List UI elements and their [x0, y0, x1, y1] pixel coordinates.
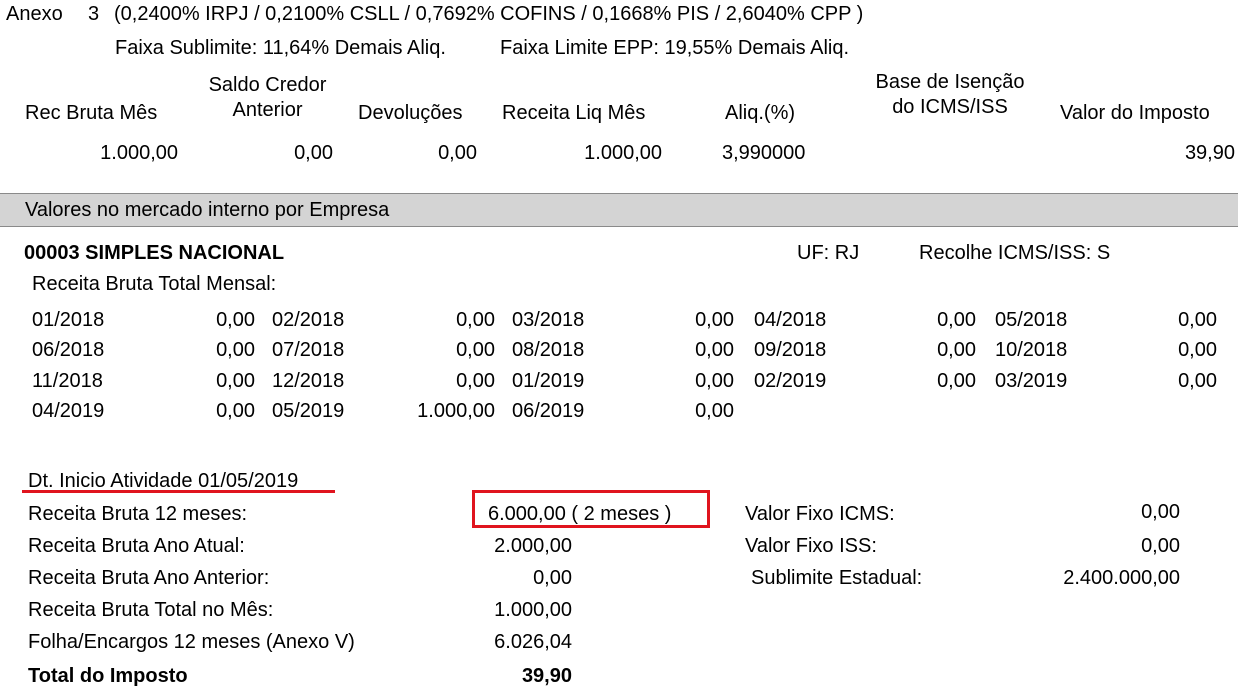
highlight-underline — [22, 490, 335, 493]
month-label: 05/2018 — [995, 309, 1068, 331]
detail-label: Receita Bruta 12 meses: — [28, 503, 247, 525]
detail-label: Receita Bruta Ano Atual: — [28, 535, 245, 557]
month-label: 01/2018 — [32, 309, 105, 331]
company-recolhe: Recolhe ICMS/ISS: S — [919, 242, 1111, 264]
detail-label: Sublimite Estadual: — [751, 567, 923, 589]
col-saldo-credor: Saldo Credor Anterior — [208, 74, 327, 121]
col-valor-imposto: Valor do Imposto — [1060, 102, 1210, 124]
month-label: 05/2019 — [272, 400, 345, 422]
month-label: 11/2018 — [32, 370, 103, 392]
total-imposto-value: 39,90 — [521, 665, 572, 687]
detail-value: 2.000,00 — [494, 535, 572, 557]
total-imposto-label: Total do Imposto — [28, 665, 188, 687]
month-value: 0,00 — [1178, 339, 1217, 361]
detail-label: Receita Bruta Total no Mês: — [28, 599, 274, 621]
month-value: 0,00 — [456, 370, 495, 392]
month-value: 0,00 — [695, 370, 734, 392]
month-label: 02/2019 — [754, 370, 827, 392]
val-devolucoes: 0,00 — [438, 142, 477, 164]
month-value: 0,00 — [695, 309, 734, 331]
val-aliq: 3,990000 — [722, 142, 806, 164]
month-label: 03/2019 — [995, 370, 1068, 392]
detail-value: 0,00 — [1141, 501, 1180, 523]
month-value: 0,00 — [1178, 309, 1217, 331]
month-value: 0,00 — [456, 309, 495, 331]
month-label: 08/2018 — [512, 339, 585, 361]
col-devolucoes: Devoluções — [358, 102, 463, 124]
month-label: 06/2019 — [512, 400, 585, 422]
month-value: 0,00 — [216, 309, 255, 331]
detail-value: 0,00 — [1141, 535, 1180, 557]
month-value: 0,00 — [937, 370, 976, 392]
month-label: 07/2018 — [272, 339, 345, 361]
detail-value: 6.000,00 ( 2 meses ) — [488, 503, 672, 525]
section-header: Valores no mercado interno por Empresa — [0, 193, 1238, 227]
faixa-limite-epp: Faixa Limite EPP: 19,55% Demais Aliq. — [500, 37, 850, 59]
detail-value: 2.400.000,00 — [1063, 567, 1180, 589]
company-name: 00003 SIMPLES NACIONAL — [24, 242, 285, 264]
detail-label: Receita Bruta Ano Anterior: — [28, 567, 270, 589]
anexo-label: Anexo — [6, 3, 63, 25]
month-value: 0,00 — [695, 339, 734, 361]
month-value: 0,00 — [456, 339, 495, 361]
col-base-isencao: Base de Isenção do ICMS/ISS — [875, 71, 1025, 118]
month-label: 06/2018 — [32, 339, 105, 361]
company-uf: UF: RJ — [797, 242, 860, 264]
col-rec-bruta-mes: Rec Bruta Mês — [25, 102, 158, 124]
anexo-number: 3 — [88, 3, 100, 25]
month-value: 0,00 — [1178, 370, 1217, 392]
detail-value: 6.026,04 — [494, 631, 572, 653]
val-saldo-credor: 0,00 — [294, 142, 333, 164]
month-label: 12/2018 — [272, 370, 345, 392]
val-rec-bruta-mes: 1.000,00 — [100, 142, 178, 164]
month-value: 0,00 — [695, 400, 734, 422]
month-label: 10/2018 — [995, 339, 1068, 361]
month-value: 0,00 — [937, 339, 976, 361]
detail-label: Folha/Encargos 12 meses (Anexo V) — [28, 631, 355, 653]
month-value: 1.000,00 — [417, 400, 495, 422]
month-value: 0,00 — [216, 400, 255, 422]
month-label: 02/2018 — [272, 309, 345, 331]
month-label: 01/2019 — [512, 370, 585, 392]
month-label: 09/2018 — [754, 339, 827, 361]
receita-total-label: Receita Bruta Total Mensal: — [32, 273, 277, 295]
val-receita-liq-mes: 1.000,00 — [584, 142, 662, 164]
month-value: 0,00 — [937, 309, 976, 331]
detail-value: 0,00 — [533, 567, 572, 589]
col-aliq: Aliq.(%) — [725, 102, 796, 124]
month-value: 0,00 — [216, 339, 255, 361]
anexo-rates: (0,2400% IRPJ / 0,2100% CSLL / 0,7692% C… — [114, 3, 864, 25]
detail-label: Valor Fixo ISS: — [745, 535, 877, 557]
month-label: 04/2018 — [754, 309, 827, 331]
detail-label: Valor Fixo ICMS: — [745, 503, 895, 525]
month-label: 04/2019 — [32, 400, 105, 422]
month-value: 0,00 — [216, 370, 255, 392]
month-label: 03/2018 — [512, 309, 585, 331]
section-title: Valores no mercado interno por Empresa — [25, 199, 390, 221]
faixa-sublimite: Faixa Sublimite: 11,64% Demais Aliq. — [115, 37, 446, 59]
col-receita-liq-mes: Receita Liq Mês — [502, 102, 646, 124]
val-valor-imposto: 39,90 — [1184, 142, 1235, 164]
detail-value: 1.000,00 — [494, 599, 572, 621]
